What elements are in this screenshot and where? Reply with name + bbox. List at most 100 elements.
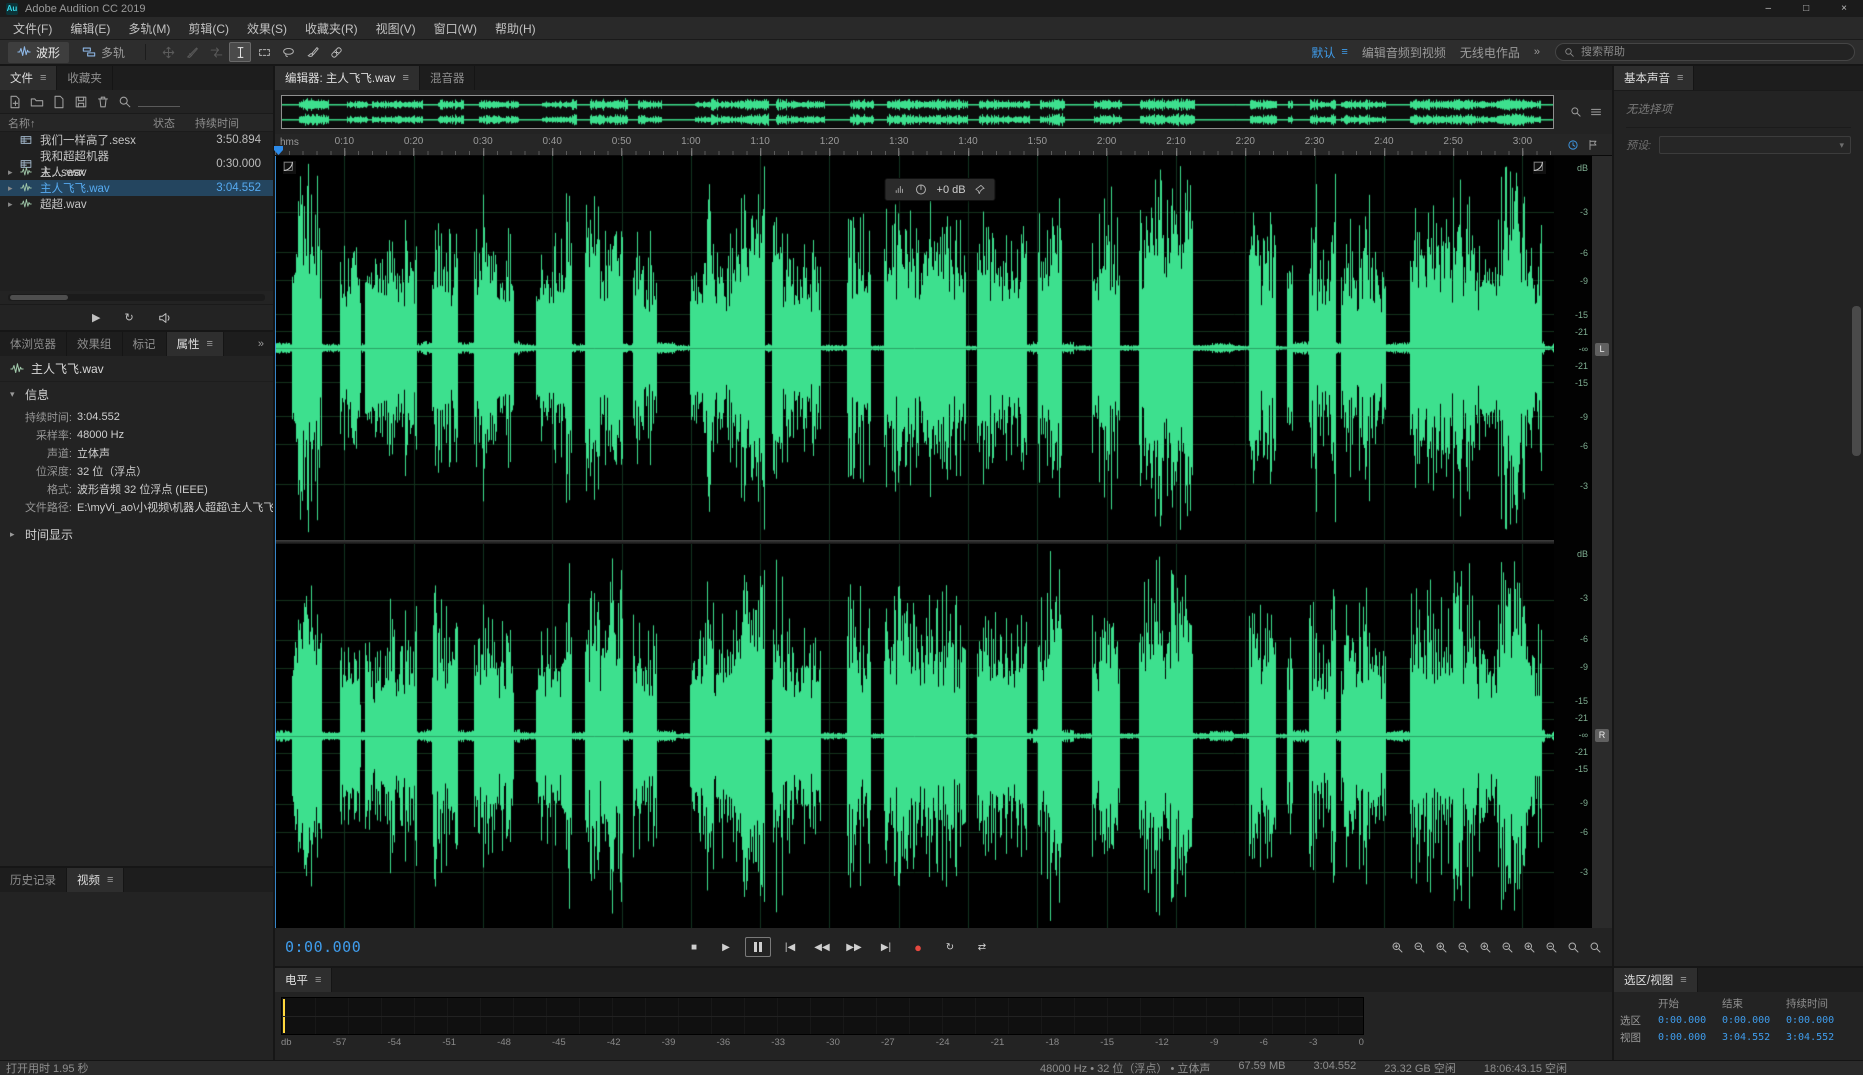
tab-selection-view[interactable]: 选区/视图 ≡	[1614, 968, 1698, 992]
right-channel-button[interactable]: R	[1595, 729, 1609, 742]
files-horizontal-scrollbar[interactable]	[8, 294, 265, 301]
delete-icon[interactable]	[96, 95, 110, 109]
razor-tool[interactable]	[181, 42, 203, 62]
tab-overflow-icon[interactable]: »	[258, 338, 273, 350]
waveform-view-button[interactable]: 波形	[8, 42, 69, 63]
panel-scrollbar[interactable]	[1852, 186, 1861, 806]
skip-to-start-button[interactable]: |◀	[777, 937, 803, 957]
reset-zoom[interactable]	[1567, 941, 1580, 954]
hud-pin-icon[interactable]	[975, 184, 986, 195]
volume-hud[interactable]: +0 dB	[885, 178, 996, 201]
time-format-icon[interactable]	[1567, 139, 1579, 151]
waveform-display[interactable]: +0 dB	[275, 156, 1554, 928]
panel-menu-icon[interactable]: ≡	[40, 72, 46, 84]
chevron-right-icon[interactable]: ▸	[8, 183, 20, 194]
play-button[interactable]: ▶	[713, 937, 739, 957]
open-file-icon[interactable]	[30, 95, 44, 109]
menu-item-6[interactable]: 视图(V)	[367, 17, 425, 40]
props-tab-2[interactable]: 标记	[123, 332, 167, 356]
panel-menu-icon[interactable]: ≡	[1677, 72, 1683, 84]
selview-start-value[interactable]: 0:00.000	[1658, 1032, 1722, 1043]
panel-menu-icon[interactable]: ≡	[1680, 974, 1686, 986]
save-icon[interactable]	[74, 95, 88, 109]
selview-end-value[interactable]: 3:04.552	[1722, 1032, 1786, 1043]
props-tab-0[interactable]: 体浏览器	[0, 332, 67, 356]
rewind-button[interactable]: ◀◀	[809, 937, 835, 957]
fast-forward-button[interactable]: ▶▶	[841, 937, 867, 957]
search-icon[interactable]	[118, 95, 132, 109]
files-autoplay-volume-button[interactable]	[158, 311, 172, 325]
menu-item-8[interactable]: 帮助(H)	[486, 17, 545, 40]
chevron-right-icon[interactable]: ▸	[8, 199, 20, 210]
files-play-button[interactable]: ▶	[92, 311, 100, 324]
record-button[interactable]: ●	[905, 937, 931, 957]
quick-search-field[interactable]	[138, 106, 180, 107]
fade-out-handle[interactable]	[1533, 161, 1546, 174]
tab-history[interactable]: 历史记录	[0, 868, 67, 892]
move-tool[interactable]	[157, 42, 179, 62]
help-search-input[interactable]	[1581, 46, 1846, 58]
menu-item-7[interactable]: 窗口(W)	[425, 17, 486, 40]
marker-flag-icon[interactable]	[1587, 139, 1599, 151]
volume-knob-icon[interactable]	[915, 183, 928, 196]
zoom-out-full[interactable]	[1545, 941, 1558, 954]
time-display-section-header[interactable]: ▸ 时间显示	[0, 522, 273, 546]
time-selection-tool[interactable]	[229, 42, 251, 62]
zoom-in-time[interactable]	[1391, 941, 1404, 954]
skip-to-end-button[interactable]: ▶|	[873, 937, 899, 957]
overview-waveform[interactable]	[281, 95, 1554, 129]
minimize-button[interactable]: –	[1766, 3, 1772, 14]
preset-dropdown[interactable]: ▾	[1659, 136, 1851, 154]
zoom-to-selection[interactable]	[1523, 941, 1536, 954]
zoom-to-out-point[interactable]	[1501, 941, 1514, 954]
playhead-time[interactable]: 0:00.000	[285, 938, 405, 956]
fade-in-handle[interactable]	[283, 161, 296, 174]
selview-end-value[interactable]: 0:00.000	[1722, 1015, 1786, 1026]
menu-item-3[interactable]: 剪辑(C)	[179, 17, 238, 40]
db-ruler[interactable]: dB-3-6-9-15-21-∞-21-15-9-6-3 dB-3-6-9-15…	[1554, 156, 1592, 928]
tab-editor[interactable]: 编辑器: 主人飞飞.wav ≡	[275, 66, 420, 90]
file-list-header[interactable]: 名称↑ 状态 持续时间	[0, 114, 273, 132]
menu-item-0[interactable]: 文件(F)	[4, 17, 61, 40]
overview-zoom-icon[interactable]	[1570, 106, 1582, 118]
workspace-overflow-icon[interactable]: »	[1534, 46, 1541, 58]
paintbrush-selection-tool[interactable]	[301, 42, 323, 62]
zoom-amplitude-in[interactable]	[1435, 941, 1448, 954]
workspace-default-button[interactable]: 默认 ≡	[1311, 44, 1347, 61]
playhead-marker[interactable]	[274, 146, 283, 155]
zoom-to-in-point[interactable]	[1479, 941, 1492, 954]
spot-healing-brush-tool[interactable]	[325, 42, 347, 62]
menu-item-5[interactable]: 收藏夹(R)	[296, 17, 367, 40]
stop-button[interactable]: ■	[681, 937, 707, 957]
lasso-selection-tool[interactable]	[277, 42, 299, 62]
selview-duration-value[interactable]: 3:04.552	[1786, 1032, 1854, 1043]
new-file-icon[interactable]	[52, 95, 66, 109]
file-row[interactable]: 我和超超机器人...sesx0:30.000	[0, 148, 273, 164]
workspace-menu-icon[interactable]: ≡	[1341, 46, 1347, 58]
props-tab-3[interactable]: 属性≡	[167, 332, 224, 356]
panel-menu-icon[interactable]: ≡	[315, 974, 321, 986]
slip-tool[interactable]	[205, 42, 227, 62]
tab-levels[interactable]: 电平 ≡	[275, 968, 332, 992]
hud-gain-value[interactable]: +0 dB	[937, 184, 966, 196]
import-file-icon[interactable]	[8, 95, 22, 109]
tab-basic-sound[interactable]: 基本声音 ≡	[1614, 66, 1694, 90]
loop-playback-button[interactable]: ↻	[937, 937, 963, 957]
zoom-out-time[interactable]	[1413, 941, 1426, 954]
skip-selection-button[interactable]: ⇄	[969, 937, 995, 957]
panel-menu-icon[interactable]: ≡	[107, 874, 113, 886]
tab-video[interactable]: 视频 ≡	[67, 868, 124, 892]
close-button[interactable]: ×	[1841, 3, 1847, 14]
help-search-field[interactable]	[1555, 43, 1855, 61]
zoom-amplitude-out[interactable]	[1457, 941, 1470, 954]
selview-duration-value[interactable]: 0:00.000	[1786, 1015, 1854, 1026]
panel-menu-icon[interactable]: ≡	[207, 338, 213, 350]
tab-mixer[interactable]: 混音器	[420, 66, 476, 90]
menu-item-1[interactable]: 编辑(E)	[61, 17, 119, 40]
props-tab-1[interactable]: 效果组	[67, 332, 123, 356]
file-row[interactable]: ▸主人飞飞.wav3:04.552	[0, 180, 273, 196]
pause-button[interactable]	[745, 937, 771, 957]
info-section-header[interactable]: ▾ 信息	[0, 382, 273, 406]
tab-files[interactable]: 文件 ≡	[0, 66, 57, 90]
files-loop-button[interactable]: ↻	[124, 311, 133, 324]
